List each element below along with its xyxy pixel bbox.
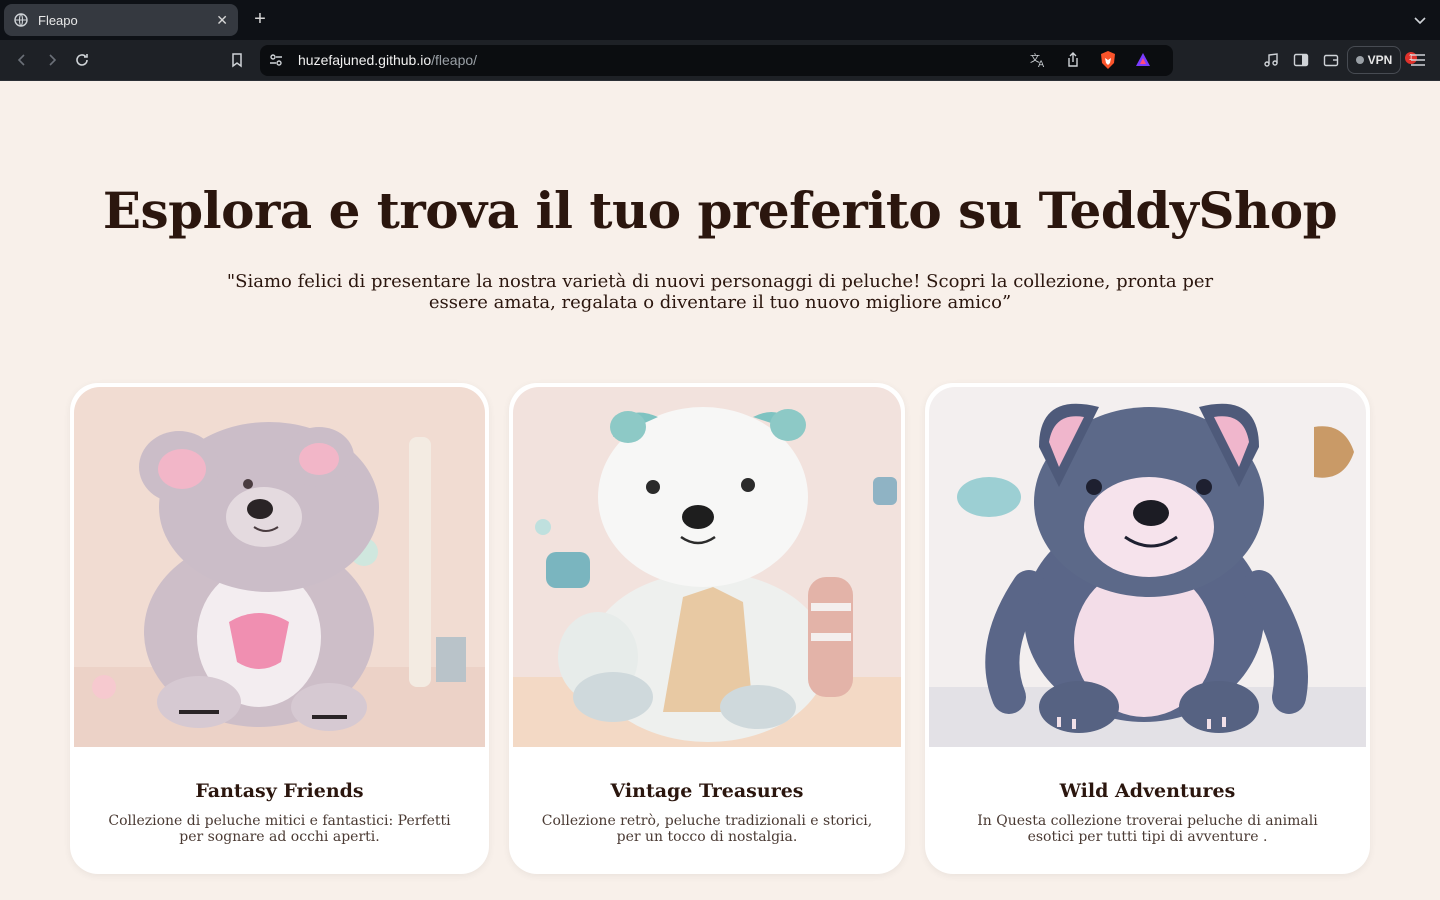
vpn-label: VPN [1367, 53, 1393, 67]
card-image-white-teddy [513, 387, 901, 747]
collection-card[interactable]: Fantasy Friends Collezione di peluche mi… [70, 383, 489, 874]
page-title: Esplora e trova il tuo preferito su Tedd… [102, 181, 1338, 240]
new-tab-icon[interactable]: + [250, 8, 270, 32]
back-icon[interactable] [12, 50, 32, 70]
url-host: huzefajuned.github.io [298, 52, 432, 68]
share-icon[interactable] [1063, 50, 1083, 70]
forward-icon[interactable] [42, 50, 62, 70]
translate-icon[interactable]: 文A [1028, 50, 1048, 70]
browser-toolbar: huzefajuned.github.io/fleapo/ 文A 1 VPN [0, 40, 1440, 81]
page-subtitle: "Siamo felici di presentare la nostra va… [226, 271, 1214, 313]
card-title: Fantasy Friends [195, 780, 364, 802]
url-path: /fleapo/ [431, 52, 478, 68]
brave-shields-icon[interactable] [1098, 50, 1118, 70]
card-title: Wild Adventures [1059, 780, 1236, 802]
wallet-icon[interactable] [1321, 50, 1341, 70]
collection-card[interactable]: Vintage Treasures Collezione retrò, pelu… [509, 383, 905, 874]
card-description: Collezione retrò, peluche tradizionali e… [541, 813, 873, 845]
reload-icon[interactable] [72, 50, 92, 70]
bookmark-icon[interactable] [227, 50, 247, 70]
url-text: huzefajuned.github.io/fleapo/ [298, 52, 477, 68]
card-title: Vintage Treasures [610, 780, 804, 802]
browser-tab-bar: Fleapo ✕ + [0, 0, 1440, 40]
collection-card[interactable]: Wild Adventures In Questa collezione tro… [925, 383, 1370, 874]
chevron-down-icon[interactable] [1412, 12, 1428, 28]
site-settings-icon[interactable] [266, 50, 286, 70]
menu-icon[interactable] [1408, 50, 1428, 70]
card-image-navy-puppy [929, 387, 1366, 747]
close-tab-icon[interactable]: ✕ [216, 12, 228, 29]
sidebar-icon[interactable] [1291, 50, 1311, 70]
vpn-status-icon [1355, 56, 1364, 64]
brave-rewards-icon[interactable] [1133, 50, 1153, 70]
media-icon[interactable] [1261, 50, 1281, 70]
card-image-grey-teddy [74, 387, 485, 747]
svg-text:A: A [1038, 60, 1045, 69]
card-description: Collezione di peluche mitici e fantastic… [108, 813, 451, 845]
address-bar[interactable]: huzefajuned.github.io/fleapo/ 文A 1 [260, 45, 1417, 76]
vpn-button[interactable]: VPN [1347, 46, 1401, 74]
globe-icon [14, 13, 28, 27]
tab-title: Fleapo [38, 12, 78, 28]
card-description: In Questa collezione troverai peluche di… [977, 813, 1318, 845]
browser-tab[interactable]: Fleapo ✕ [4, 4, 238, 36]
page-content: Esplora e trova il tuo preferito su Tedd… [0, 81, 1440, 900]
